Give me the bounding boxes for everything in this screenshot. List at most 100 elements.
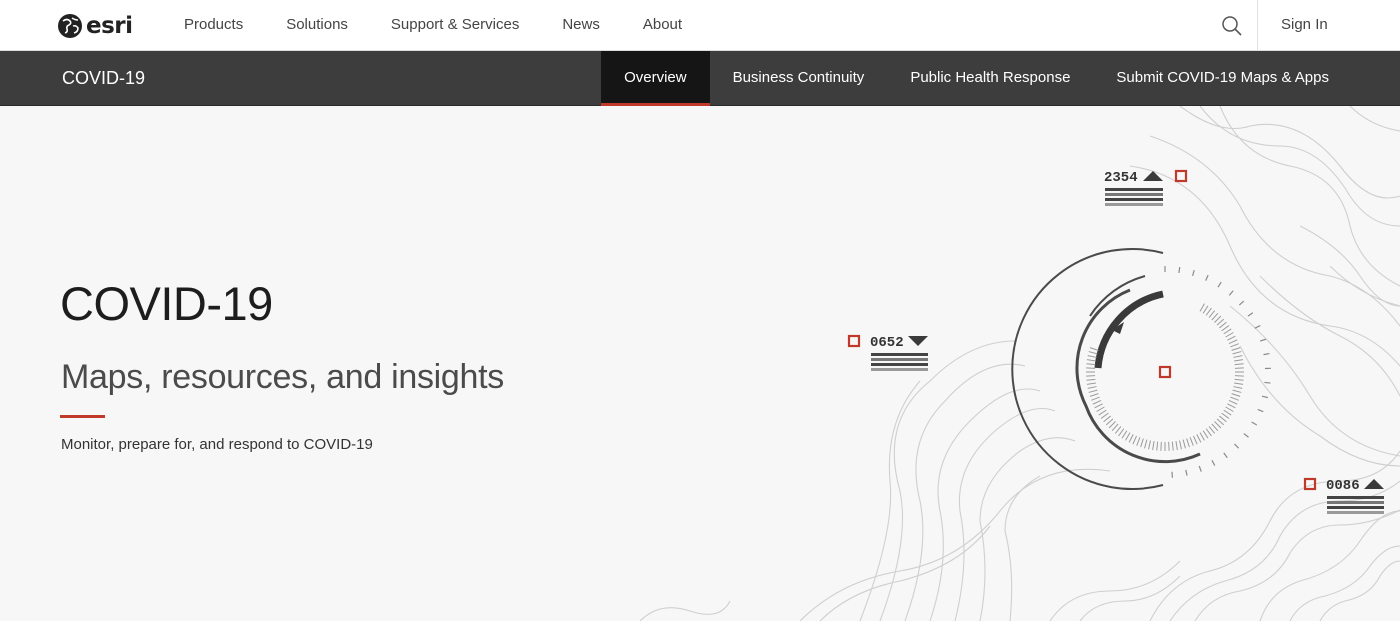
tab-overview[interactable]: Overview <box>601 51 710 106</box>
arrow-down-icon <box>908 336 928 346</box>
dial-tick <box>1103 415 1111 423</box>
dial-outer-tick <box>1259 338 1266 342</box>
dial-tick <box>1221 325 1230 332</box>
dial-tick <box>1087 386 1097 389</box>
dial-outer-tick <box>1211 460 1216 466</box>
dial-tick <box>1221 412 1230 419</box>
dial-tick <box>1152 441 1155 451</box>
menu-products[interactable]: Products <box>184 0 243 51</box>
dial-tick <box>1144 439 1148 449</box>
dial-tick <box>1086 363 1096 366</box>
menu-about[interactable]: About <box>643 0 682 51</box>
dial-tick <box>1199 303 1205 312</box>
dial-tick <box>1182 439 1186 449</box>
dial-outer-tick <box>1243 433 1249 438</box>
dial-center-marker <box>1158 365 1172 379</box>
dial-tick <box>1094 403 1103 409</box>
dial-tick <box>1088 389 1098 393</box>
dial-outer-tick <box>1205 274 1209 281</box>
tab-submit-maps-apps[interactable]: Submit COVID-19 Maps & Apps <box>1093 51 1352 106</box>
dial-tick <box>1089 393 1099 397</box>
menu-support-services[interactable]: Support & Services <box>391 0 519 51</box>
dial-tick <box>1108 421 1116 429</box>
dial-tick <box>1234 359 1244 362</box>
dial-tick <box>1211 423 1219 432</box>
dial-tick <box>1230 396 1239 401</box>
dial-tick <box>1086 382 1096 385</box>
dial-tick <box>1091 396 1100 401</box>
local-nav: COVID-19 Overview Business Continuity Pu… <box>0 51 1400 106</box>
dial-tick <box>1225 332 1234 338</box>
dial-tick <box>1118 428 1125 437</box>
readout-right-value: 0086 <box>1326 478 1360 494</box>
dial-outer-tick <box>1228 290 1234 296</box>
dial-tick <box>1171 441 1174 451</box>
local-nav-tabs: Overview Business Continuity Public Heal… <box>601 51 1352 106</box>
accent-rule <box>60 415 105 418</box>
dial-tick <box>1233 386 1243 389</box>
dial-tick <box>1092 400 1102 405</box>
dial-outer-tick <box>1185 469 1188 476</box>
search-icon <box>1222 16 1242 36</box>
esri-logo[interactable]: esri <box>57 12 133 40</box>
globe-icon <box>58 14 82 38</box>
dial-tick <box>1233 355 1243 358</box>
global-header: esri Products Solutions Support & Servic… <box>0 0 1400 51</box>
tab-public-health-response[interactable]: Public Health Response <box>887 51 1093 106</box>
dial-tick <box>1214 315 1222 323</box>
dial-tick <box>1086 378 1096 381</box>
dial-outer-tick <box>1247 312 1254 317</box>
sign-in-link[interactable]: Sign In <box>1281 0 1328 50</box>
dial-outer-tick <box>1198 465 1202 472</box>
dial-tick <box>1234 363 1244 366</box>
hero-section: 2354 0652 0086 COVID-19 Maps, resources,… <box>0 106 1400 621</box>
search-button[interactable] <box>1216 12 1248 40</box>
dial-tick <box>1136 437 1141 446</box>
dial-tick <box>1230 343 1239 348</box>
dial-tick <box>1199 432 1205 441</box>
dial-tick <box>1211 312 1219 321</box>
dial-tick <box>1232 389 1242 393</box>
dial-tick <box>1219 321 1227 329</box>
dial-tick <box>1214 421 1222 429</box>
dial-tick <box>1231 347 1241 351</box>
dial-tick <box>1202 430 1209 439</box>
marker-square-icon <box>847 334 861 348</box>
dial-tick <box>1086 359 1096 362</box>
logo-wordmark: esri <box>86 13 133 39</box>
dial-tick <box>1121 430 1128 439</box>
dial-tick <box>1132 435 1137 445</box>
dial-tick <box>1227 403 1236 409</box>
dial-tick <box>1228 400 1238 405</box>
tab-business-continuity[interactable]: Business Continuity <box>710 51 888 106</box>
dial-tick <box>1225 406 1234 412</box>
dial-tick <box>1219 415 1227 423</box>
dial-tick <box>1216 418 1225 426</box>
dial-tick <box>1156 441 1159 451</box>
dial-tick <box>1140 438 1144 448</box>
local-nav-title[interactable]: COVID-19 <box>62 51 145 105</box>
dial-tick <box>1232 351 1242 355</box>
dial-tick <box>1205 307 1212 316</box>
marker-square-icon <box>1174 169 1188 183</box>
dial-outer-tick <box>1234 443 1240 449</box>
dial-tick <box>1231 393 1241 397</box>
dial-outer-tick <box>1263 353 1270 356</box>
dial-tick <box>1114 426 1122 434</box>
dial-tick <box>1089 347 1099 351</box>
dial-tick <box>1087 355 1097 358</box>
arrow-up-icon <box>1143 171 1163 181</box>
dial-outer-tick <box>1264 381 1271 384</box>
dial-tick <box>1100 412 1109 419</box>
dial-tick <box>1208 310 1216 318</box>
menu-news[interactable]: News <box>562 0 600 51</box>
radar-dial <box>1011 248 1271 490</box>
dial-tick <box>1128 434 1134 443</box>
dial-outer-tick <box>1261 395 1268 399</box>
menu-solutions[interactable]: Solutions <box>286 0 348 51</box>
dial-tick <box>1223 328 1232 335</box>
dial-tick <box>1196 434 1202 443</box>
header-divider <box>1257 0 1258 51</box>
readout-left: 0652 <box>847 334 928 371</box>
dial-tick <box>1125 432 1131 441</box>
